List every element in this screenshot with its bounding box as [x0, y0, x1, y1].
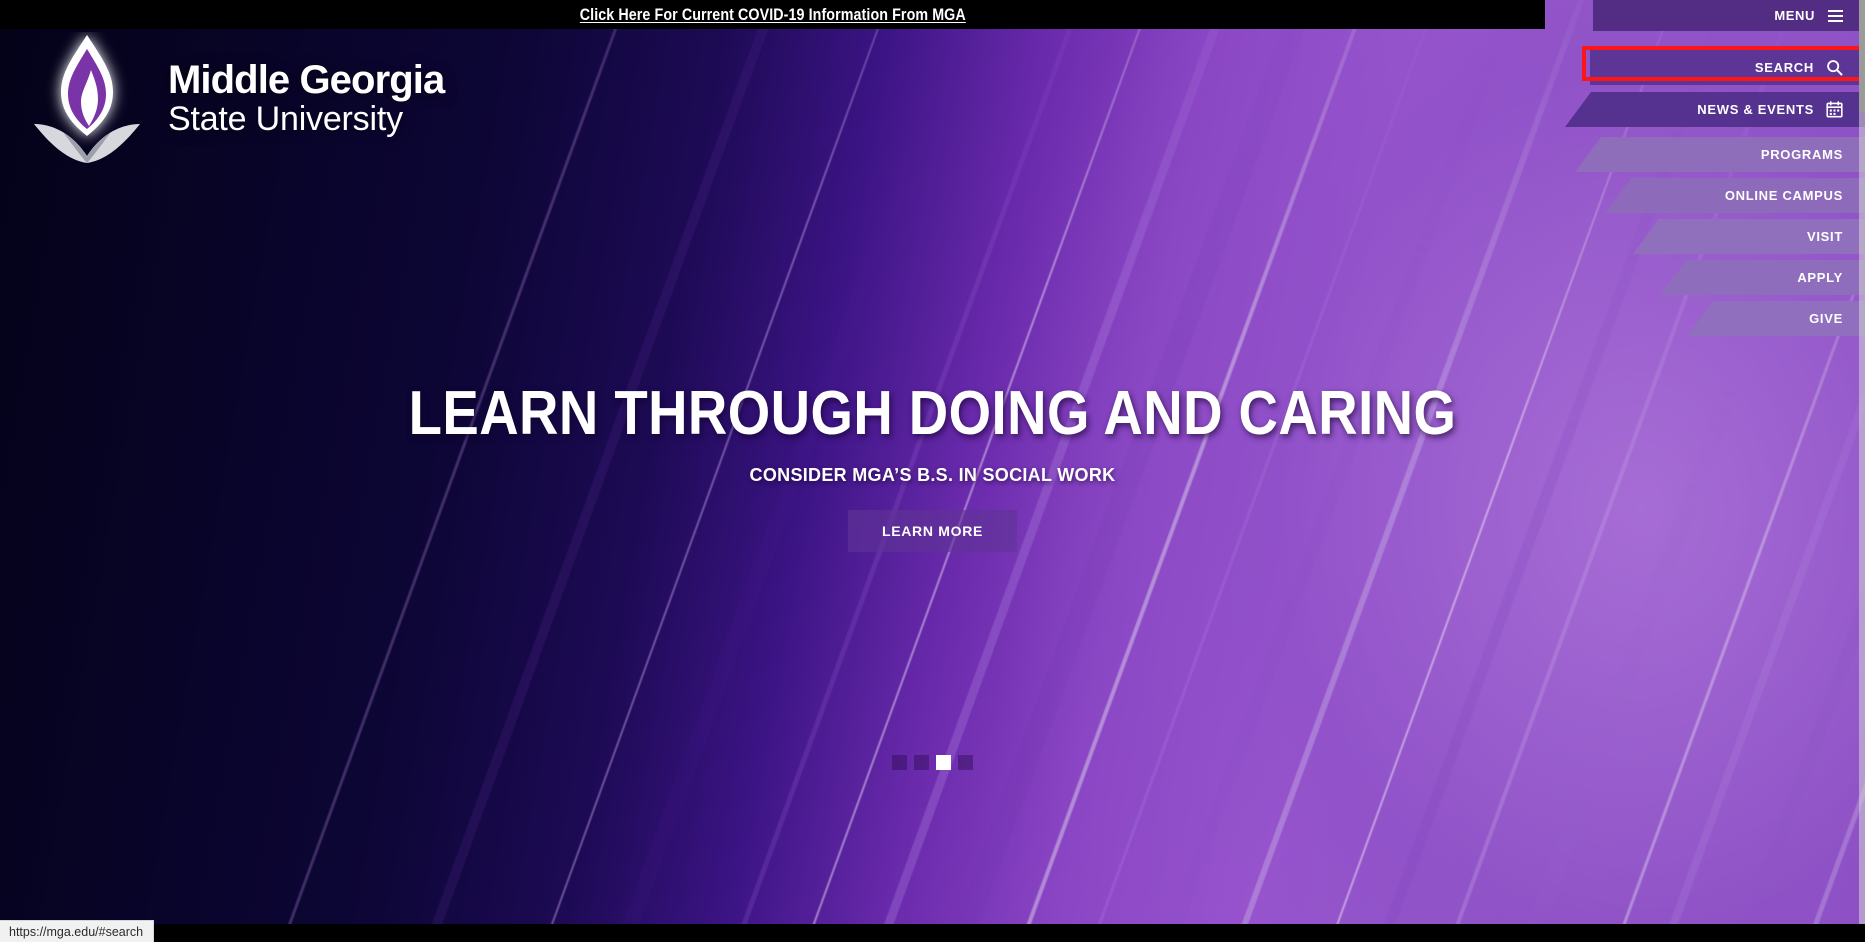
nav-item-label: VISIT [1806, 229, 1843, 244]
carousel-dot-2[interactable] [914, 755, 929, 770]
nav-item-online-campus[interactable]: ONLINE CAMPUS [1605, 178, 1865, 213]
hero-content: LEARN THROUGH DOING AND CARING CONSIDER … [0, 379, 1865, 553]
carousel-dot-3[interactable] [936, 755, 951, 770]
carousel-dot-1[interactable] [892, 755, 907, 770]
logo-title: Middle Georgia [168, 58, 445, 102]
nav-item-visit[interactable]: VISIT [1633, 219, 1865, 254]
site-logo[interactable]: Middle Georgia State University [28, 32, 445, 164]
nav-item-label: GIVE [1809, 311, 1843, 326]
page-scrollbar[interactable] [1859, 0, 1865, 924]
hero-subtitle: CONSIDER MGA’S B.S. IN SOCIAL WORK [749, 465, 1116, 486]
nav-item-apply[interactable]: APPLY [1660, 260, 1865, 295]
nav-item-label: NEWS & EVENTS [1697, 102, 1814, 117]
nav-item-label: PROGRAMS [1760, 147, 1843, 162]
menu-toggle-button[interactable]: MENU [1593, 0, 1865, 31]
covid-alert-link[interactable]: Click Here For Current COVID-19 Informat… [579, 5, 965, 25]
nav-item-label: APPLY [1797, 270, 1843, 285]
carousel-indicators[interactable] [0, 755, 1865, 770]
logo-wordmark: Middle Georgia State University [168, 58, 445, 138]
hamburger-icon [1828, 7, 1843, 25]
hero-headline: LEARN THROUGH DOING AND CARING [408, 379, 1457, 448]
covid-alert-banner: Click Here For Current COVID-19 Informat… [0, 0, 1545, 29]
scrollbar-thumb[interactable] [1859, 0, 1865, 112]
nav-item-news-events[interactable]: NEWS & EVENTS [1565, 92, 1865, 127]
calendar-icon [1826, 101, 1843, 118]
mga-flame-icon [28, 32, 146, 164]
nav-item-search[interactable]: SEARCH [1590, 50, 1865, 85]
nav-item-programs[interactable]: PROGRAMS [1575, 137, 1865, 172]
logo-subtitle: State University [168, 100, 403, 138]
nav-item-give[interactable]: GIVE [1687, 301, 1865, 336]
learn-more-button[interactable]: LEARN MORE [847, 510, 1018, 553]
nav-item-label: SEARCH [1754, 60, 1814, 75]
nav-item-label: ONLINE CAMPUS [1724, 188, 1843, 203]
browser-status-bar: https://mga.edu/#search [0, 920, 154, 942]
primary-navigation: MENU SEARCH NEWS & EVENTS PROGRAMS ONLINE C… [1290, 0, 1865, 345]
status-bar-url: https://mga.edu/#search [9, 924, 144, 939]
search-icon [1826, 59, 1843, 76]
carousel-dot-4[interactable] [958, 755, 973, 770]
menu-label: MENU [1774, 8, 1815, 23]
